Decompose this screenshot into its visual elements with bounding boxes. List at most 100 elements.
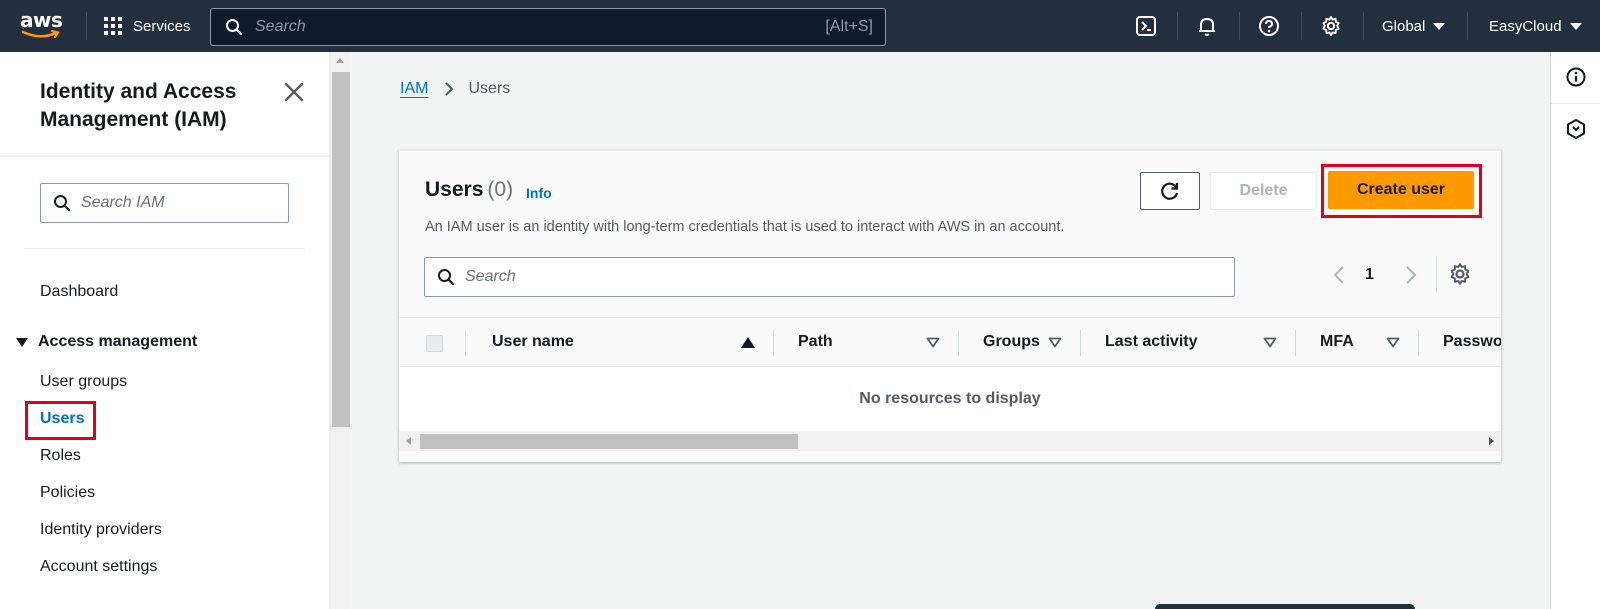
scrollbar-thumb[interactable] (420, 434, 798, 449)
sort-descending-icon[interactable] (1263, 337, 1277, 348)
breadcrumb-current: Users (468, 80, 511, 97)
panel-description: An IAM user is an identity with long-ter… (425, 219, 1065, 235)
help-panel-rail (1550, 52, 1600, 609)
aws-logo[interactable]: aws (20, 10, 64, 40)
aws-smile-icon (22, 30, 60, 39)
services-menu-button[interactable]: Services (104, 0, 191, 52)
info-panel-button[interactable] (1551, 52, 1600, 102)
iam-sidebar: Identity and Access Management (IAM) Sea… (0, 52, 330, 609)
refresh-button[interactable] (1140, 172, 1200, 210)
cloudshell-button[interactable] (1133, 13, 1159, 39)
panel-title-text: Users (425, 178, 484, 201)
user-count: (0) (487, 178, 514, 201)
notifications-bell-icon (1199, 18, 1215, 36)
pagination-divider (1436, 256, 1437, 292)
column-divider (465, 330, 466, 356)
aws-logo-text: aws (20, 8, 63, 32)
floating-toolbar-edge (1155, 604, 1415, 609)
sidebar-search-input[interactable]: Search IAM (40, 183, 289, 223)
top-navigation-bar: aws Services Search [Alt+S] Global EasyC… (0, 0, 1600, 52)
scrollbar-thumb[interactable] (332, 72, 350, 427)
users-table-panel: Users (0) Info An IAM user is an identity… (399, 150, 1501, 462)
sidebar-item-policies[interactable]: Policies (40, 483, 95, 503)
caret-down-icon (1569, 22, 1582, 30)
table-preferences-gear-icon[interactable] (1448, 262, 1472, 286)
tutorial-panel-button[interactable] (1551, 104, 1600, 154)
account-label: EasyCloud (1489, 17, 1562, 35)
sidebar-item-account-settings[interactable]: Account settings (40, 557, 157, 577)
sort-ascending-icon[interactable] (741, 337, 755, 348)
column-divider[interactable] (1080, 330, 1081, 356)
nav-divider (1301, 12, 1302, 40)
caret-down-icon (1433, 22, 1446, 30)
sidebar-divider (24, 248, 305, 249)
nav-divider (1177, 12, 1178, 40)
search-icon (54, 195, 71, 212)
search-shortcut-hint: [Alt+S] (825, 18, 873, 35)
column-header-groups[interactable]: Groups (983, 333, 1043, 351)
sidebar-divider (0, 156, 330, 157)
search-icon (226, 19, 243, 36)
column-divider[interactable] (1418, 330, 1419, 356)
settings-gear-icon (1322, 16, 1340, 36)
sidebar-search-placeholder: Search IAM (81, 194, 165, 211)
column-header-mfa[interactable]: MFA (1320, 333, 1354, 351)
sort-descending-icon[interactable] (926, 337, 940, 348)
sidebar-item-identity-providers[interactable]: Identity providers (40, 520, 162, 540)
column-divider[interactable] (773, 330, 774, 356)
column-divider[interactable] (1295, 330, 1296, 356)
sidebar-scrollbar[interactable] (330, 52, 350, 609)
sidebar-item-dashboard[interactable]: Dashboard (40, 282, 118, 302)
breadcrumb: IAM Users (400, 80, 510, 98)
help-icon (1259, 16, 1279, 36)
breadcrumb-iam-link[interactable]: IAM (400, 80, 428, 98)
users-search-input[interactable]: Search (424, 257, 1235, 297)
chevron-right-icon[interactable] (1405, 265, 1417, 285)
page-number[interactable]: 1 (1365, 266, 1374, 284)
delete-button[interactable]: Delete (1210, 172, 1317, 210)
help-button[interactable] (1256, 13, 1282, 39)
sort-descending-icon[interactable] (1048, 337, 1062, 348)
caret-down-icon (16, 337, 28, 347)
settings-button[interactable] (1318, 13, 1344, 39)
close-icon[interactable] (282, 80, 306, 104)
access-management-section-toggle[interactable]: Access management (16, 333, 197, 351)
scroll-right-arrow-icon[interactable] (1489, 437, 1494, 445)
create-user-highlight-box (1321, 164, 1482, 218)
chevron-left-icon[interactable] (1333, 265, 1345, 285)
sidebar-title: Identity and Access Management (IAM) (40, 80, 237, 131)
users-highlight-box (25, 401, 96, 440)
scroll-left-arrow-icon[interactable] (406, 437, 411, 445)
info-link[interactable]: Info (526, 185, 552, 201)
hexagon-tutorial-icon (1567, 119, 1585, 139)
nav-divider (1239, 12, 1240, 40)
account-menu[interactable]: EasyCloud (1489, 0, 1582, 52)
services-grid-icon (104, 17, 122, 35)
column-header-user-name[interactable]: User name (492, 333, 574, 351)
region-selector[interactable]: Global (1382, 0, 1446, 52)
panel-title: Users (0) (425, 178, 513, 202)
global-search-placeholder: Search (255, 18, 306, 35)
scroll-up-arrow-icon[interactable] (336, 58, 344, 63)
nav-divider (86, 12, 87, 40)
column-header-last-activity[interactable]: Last activity (1105, 333, 1197, 351)
search-icon (438, 269, 455, 286)
column-header-password-age[interactable]: Password age (1443, 333, 1501, 351)
cloudshell-icon (1136, 16, 1156, 36)
users-search-placeholder: Search (465, 268, 516, 285)
sidebar-item-user-groups[interactable]: User groups (40, 372, 127, 392)
column-divider[interactable] (958, 330, 959, 356)
notifications-button[interactable] (1194, 13, 1220, 39)
select-all-checkbox[interactable] (426, 335, 443, 352)
section-label: Access management (38, 333, 198, 350)
sort-descending-icon[interactable] (1386, 337, 1400, 348)
nav-divider (1467, 12, 1468, 40)
sidebar-item-roles[interactable]: Roles (40, 446, 81, 466)
column-header-path[interactable]: Path (798, 333, 833, 351)
info-circle-icon (1566, 67, 1586, 87)
refresh-icon (1161, 182, 1179, 200)
global-search-input[interactable]: Search [Alt+S] (210, 8, 886, 46)
table-horizontal-scrollbar[interactable] (399, 431, 1501, 451)
empty-state-message: No resources to display (399, 367, 1501, 431)
chevron-right-icon (445, 82, 454, 96)
